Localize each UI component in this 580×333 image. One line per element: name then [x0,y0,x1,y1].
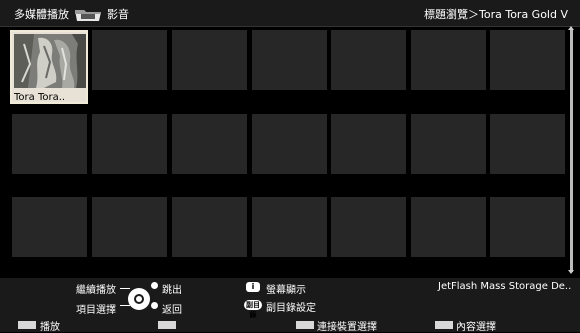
color-button-3[interactable] [296,321,314,329]
title-group: 多媒體播放 影音 [14,6,129,22]
thumbnail-item[interactable] [490,114,565,174]
content-select-label: 內容選擇 [456,322,496,333]
dpad-icon [128,288,150,310]
thumbnail-item-selected[interactable]: Tora Tora.. [10,30,88,104]
thumbnail-item[interactable] [331,197,406,257]
item-select-label: 項目選擇 [76,305,116,316]
device-select-label: 連接裝置選擇 [317,322,377,333]
subdir-settings-label: 副目錄設定 [266,303,316,314]
thumbnail-item[interactable] [331,114,406,174]
exit-label: 跳出 [162,285,182,296]
screen-display-label: 螢幕顯示 [266,285,306,296]
section-title: 影音 [107,8,129,21]
thumbnail-item[interactable] [172,114,247,174]
info-button-icon: i [246,282,260,292]
exit-button-icon [151,282,158,289]
return-button-icon [151,302,158,309]
scrollbar-thumb[interactable] [570,30,573,272]
thumbnail-item[interactable] [490,30,565,90]
device-name: JetFlash Mass Storage De.. [438,281,572,292]
thumbnail-item[interactable] [12,197,87,257]
thumbnail-item[interactable] [92,30,167,90]
return-label: 返回 [162,305,182,316]
thumbnail-item[interactable] [92,114,167,174]
thumbnail-item[interactable] [331,30,406,90]
top-bar: 多媒體播放 影音 標題瀏覽＞Tora Tora Gold V [0,0,580,27]
thumbnail-item[interactable] [12,114,87,174]
subdirectory-button-icon: 副目錄 [244,300,262,319]
scrollbar[interactable] [570,30,573,272]
color-button-1[interactable] [18,321,36,329]
scroll-down-arrow-icon[interactable] [568,270,574,274]
continue-play-label: 繼續播放 [76,285,116,296]
thumbnail-item[interactable] [252,114,327,174]
thumbnail-item[interactable] [252,30,327,90]
thumbnail-item[interactable] [172,30,247,90]
help-footer: 繼續播放 項目選擇 跳出 返回 i 螢幕顯示 副目錄 副目錄設定 JetFlas… [0,278,580,333]
thumbnail-item[interactable] [252,197,327,257]
thumbnail-item[interactable] [92,197,167,257]
thumbnail-item[interactable] [411,30,486,90]
thumbnail-label: Tora Tora.. [14,92,66,103]
folder-icon [73,6,103,22]
connector-line [120,305,130,306]
thumbnail-item[interactable] [172,197,247,257]
color-button-2[interactable] [158,321,176,329]
color-button-4[interactable] [435,321,453,329]
thumbnail-item[interactable] [411,197,486,257]
video-thumbnail-image [14,34,86,88]
connector-line [120,288,130,289]
thumbnail-item[interactable] [411,114,486,174]
thumbnail-item[interactable] [490,197,565,257]
play-label: 播放 [40,322,60,333]
breadcrumb: 標題瀏覽＞Tora Tora Gold V [424,8,568,21]
app-title: 多媒體播放 [14,8,69,21]
